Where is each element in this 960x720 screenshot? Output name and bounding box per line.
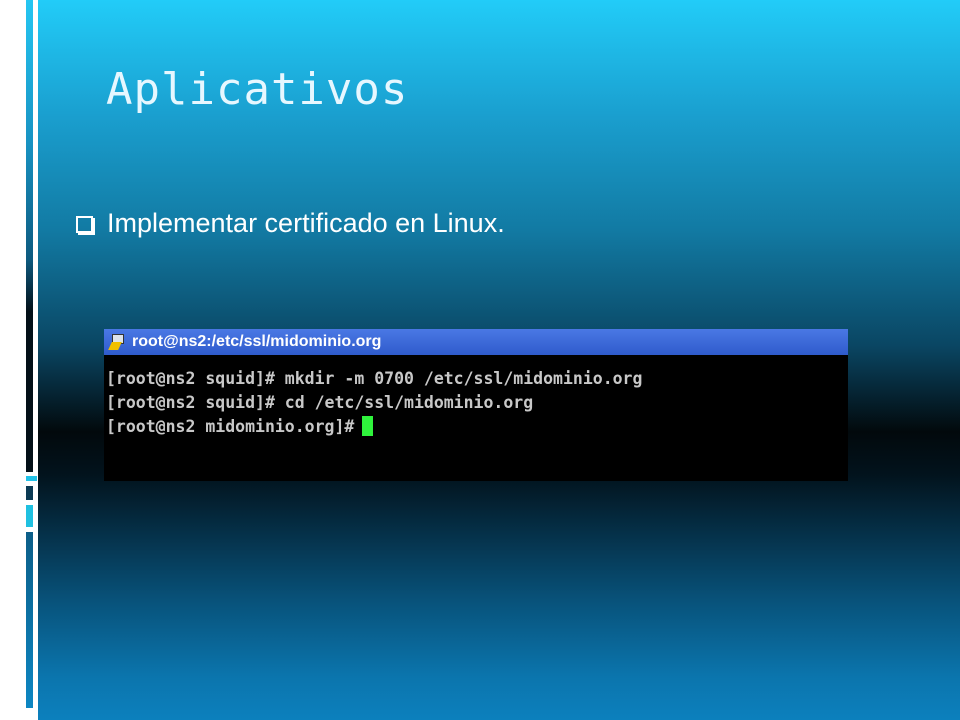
decor-bar [26,0,33,472]
terminal-line: [root@ns2 squid]# cd /etc/ssl/midominio.… [106,393,534,412]
terminal-prompt: [root@ns2 midominio.org]# [106,417,355,436]
bullet-text: Implementar certificado en Linux. [107,208,505,238]
decor-bar [26,486,33,500]
terminal-titlebar[interactable]: root@ns2:/etc/ssl/midominio.org [104,329,848,355]
decor-tick [26,476,37,481]
terminal-title: root@ns2:/etc/ssl/midominio.org [132,333,382,350]
left-margin [0,0,38,720]
terminal-window: root@ns2:/etc/ssl/midominio.org [root@ns… [104,329,848,481]
terminal-cursor [362,416,374,436]
putty-icon [108,334,126,350]
decor-bar [26,505,33,527]
decor-bar [26,532,33,708]
checkbox-bullet-icon [76,216,93,233]
bullet-item: Implementar certificado en Linux. [76,208,505,239]
terminal-prompt-line: [root@ns2 midominio.org]# [106,415,848,439]
terminal-body[interactable]: [root@ns2 squid]# mkdir -m 0700 /etc/ssl… [104,355,848,439]
slide-title: Aplicativos [106,64,409,115]
terminal-line: [root@ns2 squid]# mkdir -m 0700 /etc/ssl… [106,369,643,388]
